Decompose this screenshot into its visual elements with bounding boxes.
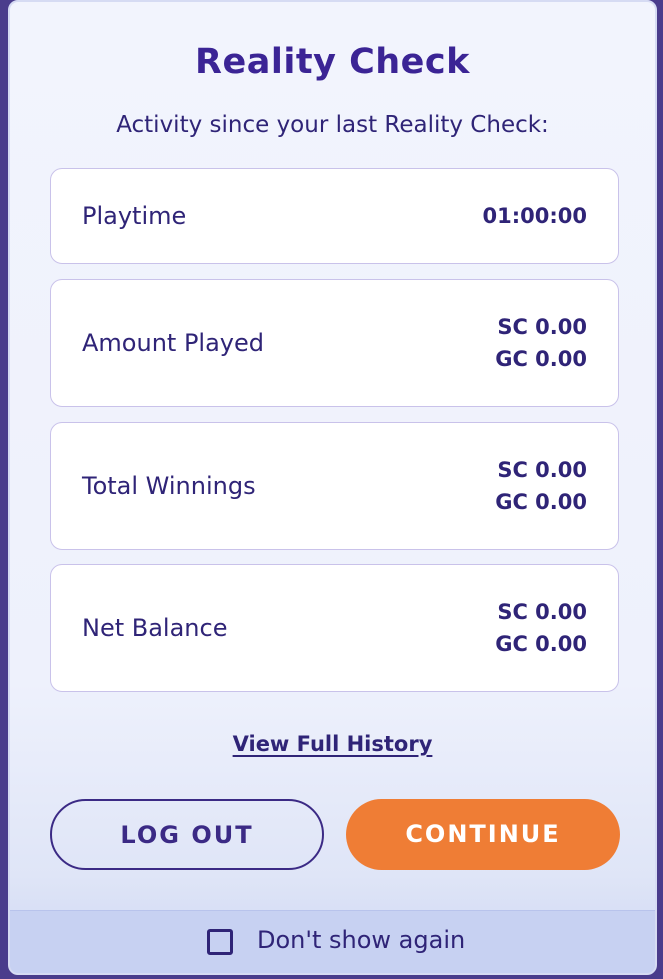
stat-label: Amount Played [82, 329, 264, 357]
dont-show-again-label[interactable]: Don't show again [257, 926, 465, 954]
stat-label: Net Balance [82, 614, 228, 642]
continue-button[interactable]: CONTINUE [346, 799, 620, 870]
stat-card-net-balance: Net Balance SC 0.00 GC 0.00 [50, 564, 619, 692]
stat-card-total-winnings: Total Winnings SC 0.00 GC 0.00 [50, 422, 619, 550]
modal-footer: Don't show again [10, 910, 655, 973]
stat-label: Total Winnings [82, 472, 256, 500]
stat-value-gc: GC 0.00 [495, 490, 587, 514]
stat-value-gc: GC 0.00 [495, 347, 587, 371]
stat-value-sc: SC 0.00 [497, 600, 587, 624]
stat-value: 01:00:00 [482, 204, 587, 228]
modal-subtitle: Activity since your last Reality Check: [116, 112, 549, 138]
stat-value-gc: GC 0.00 [495, 632, 587, 656]
stat-card-amount-played: Amount Played SC 0.00 GC 0.00 [50, 279, 619, 407]
stat-values: SC 0.00 GC 0.00 [495, 596, 587, 660]
stat-value-sc: SC 0.00 [497, 458, 587, 482]
reality-check-modal: Reality Check Activity since your last R… [8, 0, 657, 975]
dont-show-again-checkbox[interactable] [207, 929, 233, 955]
stat-values: 01:00:00 [483, 200, 587, 232]
logout-button[interactable]: LOG OUT [50, 799, 324, 870]
modal-title: Reality Check [195, 42, 470, 82]
stat-label: Playtime [82, 202, 187, 230]
stat-card-playtime: Playtime 01:00:00 [50, 168, 619, 264]
stat-value-sc: SC 0.00 [497, 315, 587, 339]
view-full-history-link[interactable]: View Full History [10, 732, 655, 756]
stat-values: SC 0.00 GC 0.00 [495, 311, 587, 375]
stat-values: SC 0.00 GC 0.00 [495, 454, 587, 518]
